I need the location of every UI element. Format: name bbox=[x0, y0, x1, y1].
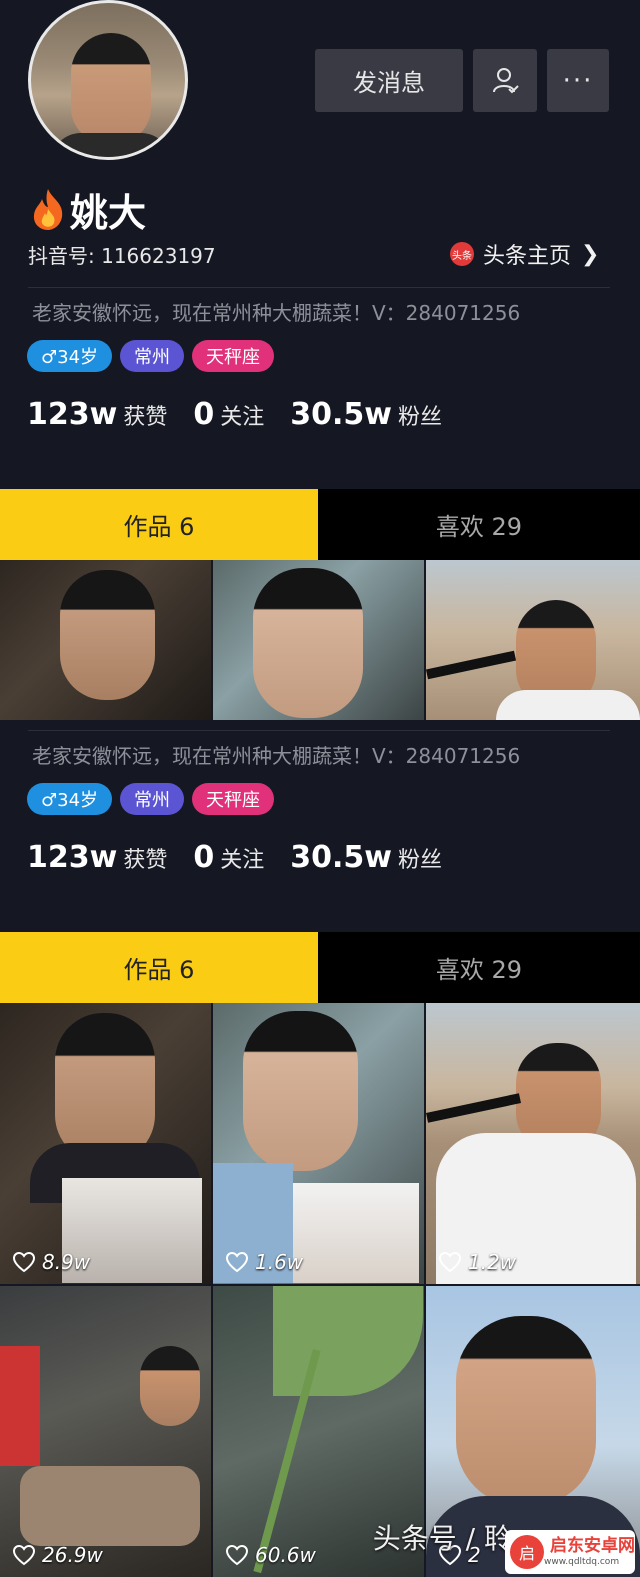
likes-count: 123w bbox=[27, 397, 118, 432]
tab-bar: 作品 6 喜欢 29 bbox=[0, 489, 640, 560]
tag-age: ♂34岁 bbox=[27, 783, 113, 815]
stats-row: 123w 获赞 0 关注 30.5w 粉丝 bbox=[27, 840, 468, 875]
tab-likes[interactable]: 喜欢 29 bbox=[318, 932, 640, 1003]
video-likes: 26.9w bbox=[12, 1543, 103, 1567]
likes-label: 获赞 bbox=[123, 405, 168, 430]
tag-age: ♂34岁 bbox=[27, 340, 113, 372]
tab-works[interactable]: 作品 6 bbox=[0, 932, 318, 1003]
site-logo-url: www.qdltdq.com bbox=[544, 1556, 620, 1567]
following-label[interactable]: 关注 bbox=[220, 842, 264, 874]
toutiao-icon: 头条 bbox=[450, 242, 474, 266]
heart-icon bbox=[438, 1251, 462, 1273]
fans-label[interactable]: 粉丝 bbox=[398, 842, 442, 874]
tag-city: 常州 bbox=[120, 783, 185, 815]
tag-city: 常州 bbox=[120, 340, 185, 372]
fans-count[interactable]: 30.5w bbox=[290, 397, 392, 432]
tag-zodiac: 天秤座 bbox=[192, 340, 275, 372]
avatar[interactable] bbox=[28, 0, 188, 160]
toutiao-home-link[interactable]: 头条 头条主页 ❯ bbox=[450, 238, 599, 270]
tag-list: ♂34岁 常州 天秤座 bbox=[27, 783, 275, 815]
video-likes-count: 1.2w bbox=[468, 1250, 517, 1274]
site-logo-icon: 启 bbox=[510, 1535, 544, 1569]
send-message-button[interactable]: 发消息 bbox=[315, 49, 463, 112]
likes-count: 123w bbox=[27, 840, 118, 875]
more-button[interactable]: ··· bbox=[547, 49, 609, 112]
fire-icon bbox=[33, 189, 63, 230]
heart-icon bbox=[225, 1544, 249, 1566]
tag-list: ♂34岁 常州 天秤座 bbox=[27, 340, 275, 372]
video-likes: 60.6w bbox=[225, 1543, 316, 1567]
video-tile[interactable]: 1.2w bbox=[426, 1003, 640, 1284]
video-tile[interactable]: 1.6w bbox=[213, 1003, 424, 1284]
site-logo-name: 启东安卓网 bbox=[550, 1535, 635, 1556]
stats-row: 123w 获赞 0 关注 30.5w 粉丝 bbox=[27, 397, 468, 432]
video-thumbnail[interactable] bbox=[426, 560, 640, 720]
video-likes: 1.2w bbox=[438, 1250, 516, 1274]
video-likes-count: 8.9w bbox=[42, 1250, 91, 1274]
video-thumbnail[interactable] bbox=[213, 560, 424, 720]
bio: 老家安徽怀远，现在常州种大棚蔬菜！V：284071256 bbox=[32, 744, 521, 768]
tab-likes[interactable]: 喜欢 29 bbox=[318, 489, 640, 560]
site-logo: 启 启东安卓网 www.qdltdq.com bbox=[505, 1530, 635, 1574]
heart-icon bbox=[12, 1251, 36, 1273]
video-likes-count: 26.9w bbox=[42, 1543, 103, 1567]
video-likes: 8.9w bbox=[12, 1250, 90, 1274]
avatar-face bbox=[71, 33, 151, 143]
more-icon: ··· bbox=[562, 65, 594, 96]
video-likes: 1.6w bbox=[225, 1250, 303, 1274]
tab-bar: 作品 6 喜欢 29 bbox=[0, 932, 640, 1003]
video-likes-count: 60.6w bbox=[255, 1543, 316, 1567]
douyin-id: 抖音号: 116623197 bbox=[28, 244, 216, 268]
user-follow-icon bbox=[493, 67, 519, 93]
likes-label: 获赞 bbox=[123, 848, 168, 873]
chevron-right-icon: ❯ bbox=[581, 241, 600, 267]
follow-button[interactable] bbox=[473, 49, 537, 112]
heart-icon bbox=[12, 1544, 36, 1566]
fans-label[interactable]: 粉丝 bbox=[398, 399, 442, 431]
divider bbox=[28, 287, 610, 288]
video-thumbnail[interactable] bbox=[0, 560, 211, 720]
name-row: 姚大 bbox=[30, 184, 147, 235]
bio: 老家安徽怀远，现在常州种大棚蔬菜！V：284071256 bbox=[32, 301, 521, 325]
fans-count[interactable]: 30.5w bbox=[290, 840, 392, 875]
video-tile[interactable]: 26.9w bbox=[0, 1286, 211, 1577]
profile-name: 姚大 bbox=[70, 190, 147, 235]
tab-works[interactable]: 作品 6 bbox=[0, 489, 318, 560]
tag-zodiac: 天秤座 bbox=[192, 783, 275, 815]
toutiao-link-label: 头条主页 bbox=[483, 244, 572, 269]
divider bbox=[28, 730, 610, 731]
video-tile[interactable]: 8.9w bbox=[0, 1003, 211, 1284]
following-count[interactable]: 0 bbox=[193, 397, 214, 432]
heart-icon bbox=[225, 1251, 249, 1273]
video-likes-count: 1.6w bbox=[255, 1250, 304, 1274]
avatar-shirt bbox=[51, 133, 171, 157]
watermark: 头条号 / 聆 bbox=[372, 1522, 512, 1555]
following-count[interactable]: 0 bbox=[193, 840, 214, 875]
following-label[interactable]: 关注 bbox=[220, 399, 264, 431]
